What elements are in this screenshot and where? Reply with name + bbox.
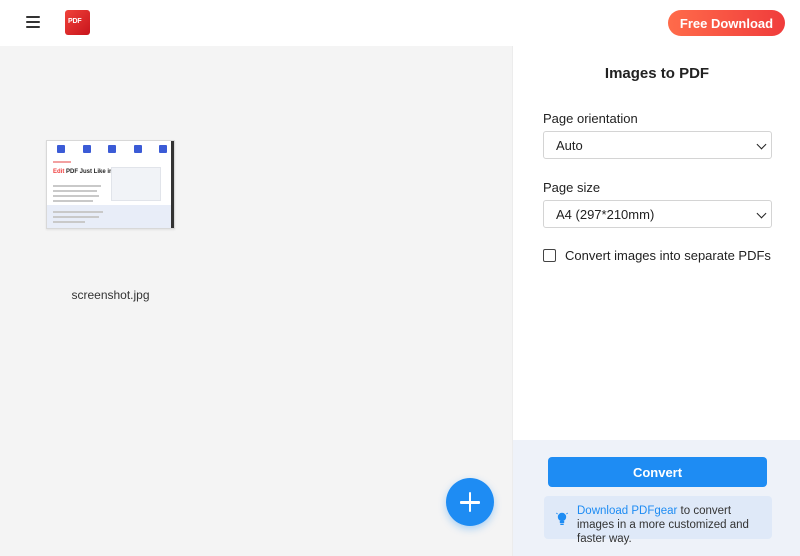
image-thumbnail[interactable]: Edit PDF Just Like in Word (46, 140, 175, 229)
download-tip: Download PDFgear to convert images in a … (544, 496, 772, 545)
tip-text: Download PDFgear to convert images in a … (577, 505, 749, 545)
pdfgear-logo[interactable]: PDF (65, 10, 90, 35)
page-orientation-value: Auto (556, 137, 583, 153)
settings-panel: Images to PDF Page orientation Auto Page… (512, 46, 800, 440)
separate-pdfs-label[interactable]: Convert images into separate PDFs (565, 248, 771, 263)
menu-icon[interactable] (26, 16, 40, 28)
separate-pdfs-checkbox[interactable] (543, 249, 556, 262)
page-size-label: Page size (543, 180, 601, 195)
thumbnail-footer (47, 205, 171, 228)
panel-title: Images to PDF (604, 65, 710, 82)
thumbnail-scrollbar (171, 141, 174, 228)
thumbnail-document-preview (111, 167, 161, 201)
thumbnail-toolbar (57, 145, 167, 163)
free-download-button[interactable]: Free Download (668, 10, 785, 36)
image-filename: screenshot.jpg (71, 288, 150, 302)
chevron-down-icon (756, 208, 767, 219)
page-size-value: A4 (297*210mm) (556, 206, 655, 222)
logo-text: PDF (68, 18, 82, 25)
add-image-button[interactable] (446, 478, 494, 526)
page-size-select[interactable]: A4 (297*210mm) (543, 200, 772, 228)
top-bar: PDF Free Download (0, 0, 800, 46)
convert-area: Convert Download PDFgear to convert imag… (512, 440, 800, 556)
download-pdfgear-link[interactable]: Download PDFgear (577, 505, 677, 517)
chevron-down-icon (756, 139, 767, 150)
page-orientation-select[interactable]: Auto (543, 131, 772, 159)
page-orientation-label: Page orientation (543, 111, 638, 126)
image-list-area: Edit PDF Just Like in Word screenshot.jp… (0, 46, 512, 556)
lightbulb-icon (556, 512, 568, 525)
convert-button[interactable]: Convert (548, 457, 767, 487)
